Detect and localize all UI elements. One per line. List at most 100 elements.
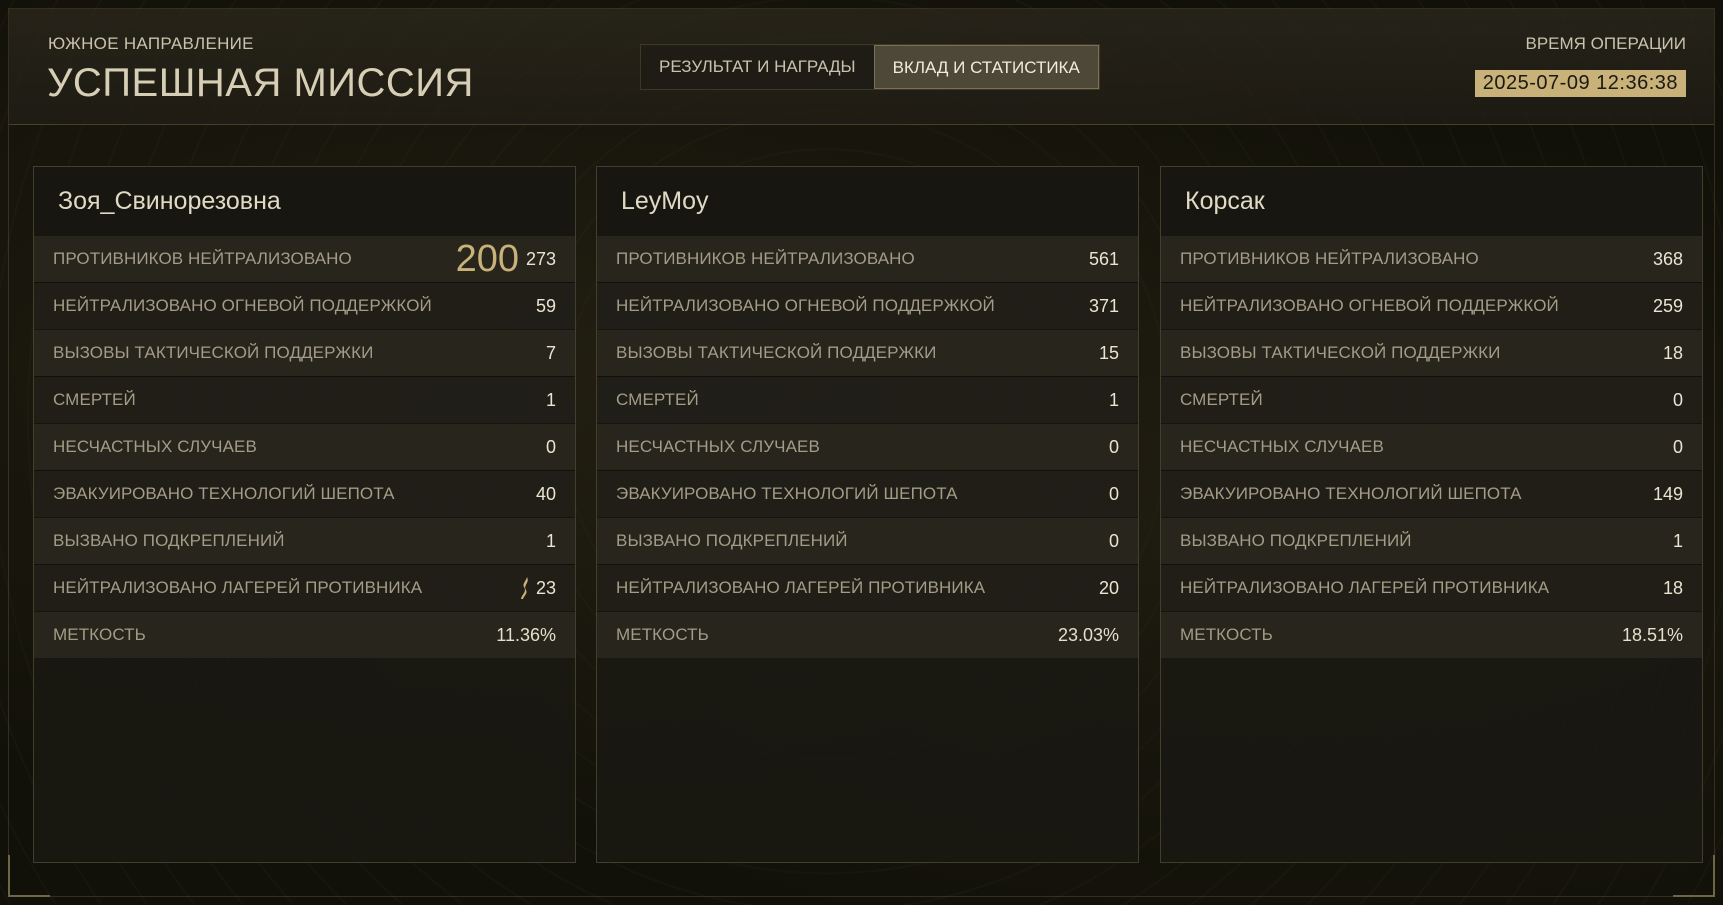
stat-row-accuracy: МЕТКОСТЬ 23.03% bbox=[597, 611, 1138, 658]
player-name: Зоя_Свинорезовна bbox=[34, 167, 575, 235]
stat-value: 149 bbox=[1652, 484, 1683, 504]
flame-icon bbox=[521, 577, 528, 599]
stat-value: 273 bbox=[525, 249, 556, 269]
stat-row-deaths: СМЕРТЕЙ 1 bbox=[34, 376, 575, 423]
player-name: Корсак bbox=[1161, 167, 1702, 235]
stat-row-tactical: ВЫЗОВЫ ТАКТИЧЕСКОЙ ПОДДЕРЖКИ 7 bbox=[34, 329, 575, 376]
player-panel: Зоя_Свинорезовна ПРОТИВНИКОВ НЕЙТРАЛИЗОВ… bbox=[33, 166, 576, 863]
stat-value: 0 bbox=[1108, 437, 1119, 457]
stat-value: 23 bbox=[535, 578, 556, 598]
header-bar: ЮЖНОЕ НАПРАВЛЕНИЕ УСПЕШНАЯ МИССИЯ РЕЗУЛЬ… bbox=[9, 9, 1714, 125]
stat-row-deaths: СМЕРТЕЙ 1 bbox=[597, 376, 1138, 423]
stat-label: ПРОТИВНИКОВ НЕЙТРАЛИЗОВАНО bbox=[1180, 249, 1479, 268]
stat-label: ПРОТИВНИКОВ НЕЙТРАЛИЗОВАНО bbox=[53, 249, 352, 268]
tab-results-rewards[interactable]: РЕЗУЛЬТАТ И НАГРАДЫ bbox=[641, 45, 874, 89]
stat-row-reinforcements: ВЫЗВАНО ПОДКРЕПЛЕНИЙ 1 bbox=[34, 517, 575, 564]
stats-list: ПРОТИВНИКОВ НЕЙТРАЛИЗОВАНО 200 273 НЕЙТР… bbox=[34, 235, 575, 658]
stats-list: ПРОТИВНИКОВ НЕЙТРАЛИЗОВАНО 368 НЕЙТРАЛИЗ… bbox=[1161, 235, 1702, 658]
stat-row-whisper-tech: ЭВАКУИРОВАНО ТЕХНОЛОГИЙ ШЕПОТА 0 bbox=[597, 470, 1138, 517]
region-label: ЮЖНОЕ НАПРАВЛЕНИЕ bbox=[48, 34, 254, 53]
stat-value: 23.03% bbox=[1057, 625, 1119, 645]
stat-value: 7 bbox=[545, 343, 556, 363]
stat-label: НЕЙТРАЛИЗОВАНО ЛАГЕРЕЙ ПРОТИВНИКА bbox=[616, 578, 986, 597]
stat-label: ВЫЗВАНО ПОДКРЕПЛЕНИЙ bbox=[53, 531, 285, 550]
stat-label: НЕЙТРАЛИЗОВАНО ЛАГЕРЕЙ ПРОТИВНИКА bbox=[53, 578, 423, 597]
stat-row-fire-support: НЕЙТРАЛИЗОВАНО ОГНЕВОЙ ПОДДЕРЖКОЙ 59 bbox=[34, 282, 575, 329]
stat-value: 20 bbox=[1098, 578, 1119, 598]
stat-label: НЕЙТРАЛИЗОВАНО ОГНЕВОЙ ПОДДЕРЖКОЙ bbox=[616, 296, 995, 315]
stat-value: 0 bbox=[1108, 484, 1119, 504]
stat-label: ЭВАКУИРОВАНО ТЕХНОЛОГИЙ ШЕПОТА bbox=[616, 484, 958, 503]
stat-value: 11.36% bbox=[496, 625, 556, 645]
stat-row-accuracy: МЕТКОСТЬ 18.51% bbox=[1161, 611, 1702, 658]
stat-label: НЕЙТРАЛИЗОВАНО ЛАГЕРЕЙ ПРОТИВНИКА bbox=[1180, 578, 1550, 597]
stat-label: ЭВАКУИРОВАНО ТЕХНОЛОГИЙ ШЕПОТА bbox=[53, 484, 395, 503]
stat-value: 0 bbox=[1672, 390, 1683, 410]
stat-value: 59 bbox=[535, 296, 556, 316]
operation-time-value: 2025-07-09 12:36:38 bbox=[1474, 70, 1686, 97]
player-panel: Корсак ПРОТИВНИКОВ НЕЙТРАЛИЗОВАНО 368 НЕ… bbox=[1160, 166, 1703, 863]
stat-value: 40 bbox=[535, 484, 556, 504]
stat-row-fire-support: НЕЙТРАЛИЗОВАНО ОГНЕВОЙ ПОДДЕРЖКОЙ 371 bbox=[597, 282, 1138, 329]
stat-label: НЕЙТРАЛИЗОВАНО ОГНЕВОЙ ПОДДЕРЖКОЙ bbox=[1180, 296, 1559, 315]
stat-value: 0 bbox=[1672, 437, 1683, 457]
stat-label: СМЕРТЕЙ bbox=[616, 390, 699, 409]
stat-row-tactical: ВЫЗОВЫ ТАКТИЧЕСКОЙ ПОДДЕРЖКИ 15 bbox=[597, 329, 1138, 376]
stat-row-whisper-tech: ЭВАКУИРОВАНО ТЕХНОЛОГИЙ ШЕПОТА 40 bbox=[34, 470, 575, 517]
damage-popup-number: 200 bbox=[455, 238, 519, 280]
stat-value: 1 bbox=[1108, 390, 1119, 410]
stat-row-camps: НЕЙТРАЛИЗОВАНО ЛАГЕРЕЙ ПРОТИВНИКА 20 bbox=[597, 564, 1138, 611]
stat-value: 18 bbox=[1662, 578, 1683, 598]
stats-list: ПРОТИВНИКОВ НЕЙТРАЛИЗОВАНО 561 НЕЙТРАЛИЗ… bbox=[597, 235, 1138, 658]
stat-value: 1 bbox=[545, 531, 556, 551]
stat-label: НЕСЧАСТНЫХ СЛУЧАЕВ bbox=[53, 437, 257, 456]
stat-row-camps: НЕЙТРАЛИЗОВАНО ЛАГЕРЕЙ ПРОТИВНИКА 23 bbox=[34, 564, 575, 611]
stat-row-enemies: ПРОТИВНИКОВ НЕЙТРАЛИЗОВАНО 561 bbox=[597, 235, 1138, 282]
stat-label: ВЫЗВАНО ПОДКРЕПЛЕНИЙ bbox=[616, 531, 848, 550]
stat-label: ВЫЗВАНО ПОДКРЕПЛЕНИЙ bbox=[1180, 531, 1412, 550]
stat-label: ПРОТИВНИКОВ НЕЙТРАЛИЗОВАНО bbox=[616, 249, 915, 268]
stat-value: 561 bbox=[1088, 249, 1119, 269]
stat-label: НЕСЧАСТНЫХ СЛУЧАЕВ bbox=[616, 437, 820, 456]
stat-row-reinforcements: ВЫЗВАНО ПОДКРЕПЛЕНИЙ 0 bbox=[597, 517, 1138, 564]
stat-label: НЕЙТРАЛИЗОВАНО ОГНЕВОЙ ПОДДЕРЖКОЙ bbox=[53, 296, 432, 315]
stat-value: 259 bbox=[1652, 296, 1683, 316]
stat-label: ВЫЗОВЫ ТАКТИЧЕСКОЙ ПОДДЕРЖКИ bbox=[1180, 343, 1501, 362]
stat-row-whisper-tech: ЭВАКУИРОВАНО ТЕХНОЛОГИЙ ШЕПОТА 149 bbox=[1161, 470, 1702, 517]
stat-row-accidents: НЕСЧАСТНЫХ СЛУЧАЕВ 0 bbox=[597, 423, 1138, 470]
stat-row-accidents: НЕСЧАСТНЫХ СЛУЧАЕВ 0 bbox=[1161, 423, 1702, 470]
mission-title: УСПЕШНАЯ МИССИЯ bbox=[47, 61, 474, 105]
stat-value: 0 bbox=[545, 437, 556, 457]
stat-value: 15 bbox=[1098, 343, 1119, 363]
stat-value: 1 bbox=[545, 390, 556, 410]
stat-row-deaths: СМЕРТЕЙ 0 bbox=[1161, 376, 1702, 423]
stat-label: МЕТКОСТЬ bbox=[53, 625, 146, 644]
stat-label: СМЕРТЕЙ bbox=[53, 390, 136, 409]
stat-value: 371 bbox=[1088, 296, 1119, 316]
stat-label: СМЕРТЕЙ bbox=[1180, 390, 1263, 409]
stat-label: ВЫЗОВЫ ТАКТИЧЕСКОЙ ПОДДЕРЖКИ bbox=[53, 343, 374, 362]
player-panel: LeyMoy ПРОТИВНИКОВ НЕЙТРАЛИЗОВАНО 561 НЕ… bbox=[596, 166, 1139, 863]
tab-bar: РЕЗУЛЬТАТ И НАГРАДЫ ВКЛАД И СТАТИСТИКА bbox=[640, 44, 1100, 90]
stat-row-fire-support: НЕЙТРАЛИЗОВАНО ОГНЕВОЙ ПОДДЕРЖКОЙ 259 bbox=[1161, 282, 1702, 329]
stat-value: 18.51% bbox=[1621, 625, 1683, 645]
stat-value: 0 bbox=[1108, 531, 1119, 551]
player-name: LeyMoy bbox=[597, 167, 1138, 235]
stat-row-accuracy: МЕТКОСТЬ 11.36% bbox=[34, 611, 575, 658]
stat-row-tactical: ВЫЗОВЫ ТАКТИЧЕСКОЙ ПОДДЕРЖКИ 18 bbox=[1161, 329, 1702, 376]
stat-row-camps: НЕЙТРАЛИЗОВАНО ЛАГЕРЕЙ ПРОТИВНИКА 18 bbox=[1161, 564, 1702, 611]
tab-contribution-stats[interactable]: ВКЛАД И СТАТИСТИКА bbox=[873, 45, 1099, 89]
stat-label: МЕТКОСТЬ bbox=[616, 625, 709, 644]
stat-label: МЕТКОСТЬ bbox=[1180, 625, 1273, 644]
stat-label: ВЫЗОВЫ ТАКТИЧЕСКОЙ ПОДДЕРЖКИ bbox=[616, 343, 937, 362]
stat-label: ЭВАКУИРОВАНО ТЕХНОЛОГИЙ ШЕПОТА bbox=[1180, 484, 1522, 503]
stat-row-reinforcements: ВЫЗВАНО ПОДКРЕПЛЕНИЙ 1 bbox=[1161, 517, 1702, 564]
stat-row-enemies: ПРОТИВНИКОВ НЕЙТРАЛИЗОВАНО 368 bbox=[1161, 235, 1702, 282]
operation-time-label: ВРЕМЯ ОПЕРАЦИИ bbox=[1525, 34, 1686, 53]
stat-row-enemies: ПРОТИВНИКОВ НЕЙТРАЛИЗОВАНО 200 273 bbox=[34, 235, 575, 282]
stat-row-accidents: НЕСЧАСТНЫХ СЛУЧАЕВ 0 bbox=[34, 423, 575, 470]
stat-label: НЕСЧАСТНЫХ СЛУЧАЕВ bbox=[1180, 437, 1384, 456]
stat-value: 1 bbox=[1672, 531, 1683, 551]
stat-value: 18 bbox=[1662, 343, 1683, 363]
stat-value: 368 bbox=[1652, 249, 1683, 269]
